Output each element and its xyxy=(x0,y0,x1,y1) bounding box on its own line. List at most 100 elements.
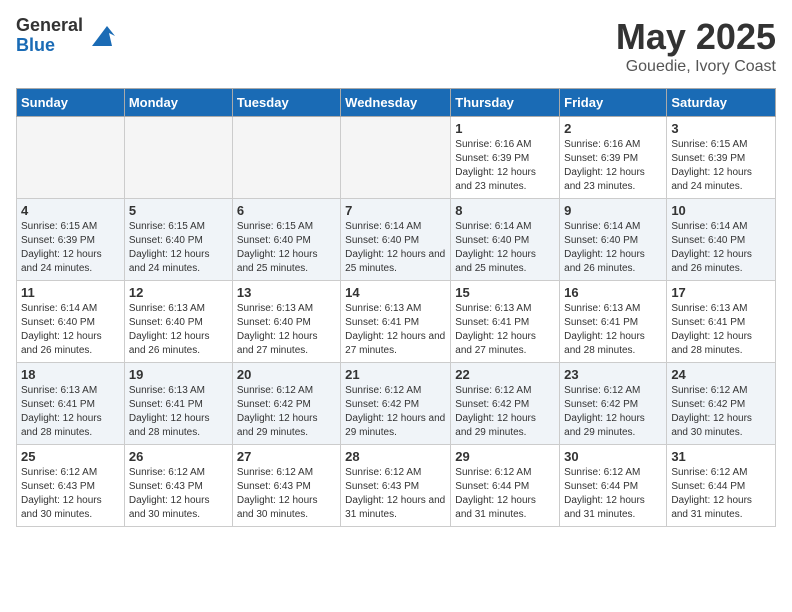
calendar: SundayMondayTuesdayWednesdayThursdayFrid… xyxy=(16,88,776,527)
day-info: Sunrise: 6:12 AM Sunset: 6:42 PM Dayligh… xyxy=(564,384,662,440)
day-info: Sunrise: 6:12 AM Sunset: 6:43 PM Dayligh… xyxy=(129,466,228,522)
day-info: Sunrise: 6:12 AM Sunset: 6:42 PM Dayligh… xyxy=(237,384,336,440)
day-number: 3 xyxy=(671,121,771,136)
header: General Blue May 2025 Gouedie, Ivory Coa… xyxy=(16,16,776,76)
calendar-cell: 26Sunrise: 6:12 AM Sunset: 6:43 PM Dayli… xyxy=(124,445,232,527)
day-number: 23 xyxy=(564,367,662,382)
day-info: Sunrise: 6:12 AM Sunset: 6:44 PM Dayligh… xyxy=(671,466,771,522)
day-number: 2 xyxy=(564,121,662,136)
calendar-header-row: SundayMondayTuesdayWednesdayThursdayFrid… xyxy=(17,89,776,117)
calendar-cell: 12 Sunrise: 6:13 AM Sunset: 6:40 PM Dayli… xyxy=(124,281,232,363)
title-area: May 2025 Gouedie, Ivory Coast xyxy=(616,16,776,76)
day-info: Sunrise: 6:12 AM Sunset: 6:42 PM Dayligh… xyxy=(345,384,446,440)
day-number: 8 xyxy=(455,203,555,218)
calendar-cell: 14 Sunrise: 6:13 AM Sunset: 6:41 PM Dayli… xyxy=(341,281,451,363)
calendar-cell: 8 Sunrise: 6:14 AM Sunset: 6:40 PM Daylig… xyxy=(451,199,560,281)
day-number: 4 xyxy=(21,203,120,218)
day-number: 15 xyxy=(455,285,555,300)
day-info: Sunrise: 6:16 AM Sunset: 6:39 PM Dayligh… xyxy=(564,138,662,194)
day-number: 22 xyxy=(455,367,555,382)
week-row-3: 18 Sunrise: 6:13 AM Sunset: 6:41 PM Dayli… xyxy=(17,363,776,445)
day-info: Sunrise: 6:13 AM Sunset: 6:41 PM Dayligh… xyxy=(345,302,446,358)
calendar-cell: 23 Sunrise: 6:12 AM Sunset: 6:42 PM Dayli… xyxy=(560,363,667,445)
day-number: 11 xyxy=(21,285,120,300)
calendar-cell: 15Sunrise: 6:13 AM Sunset: 6:41 PM Dayli… xyxy=(451,281,560,363)
col-header-saturday: Saturday xyxy=(667,89,776,117)
day-info: Sunrise: 6:15 AM Sunset: 6:40 PM Dayligh… xyxy=(129,220,228,276)
col-header-wednesday: Wednesday xyxy=(341,89,451,117)
calendar-cell: 20 Sunrise: 6:12 AM Sunset: 6:42 PM Dayli… xyxy=(232,363,340,445)
day-number: 20 xyxy=(237,367,336,382)
calendar-cell xyxy=(124,117,232,199)
day-info: Sunrise: 6:12 AM Sunset: 6:42 PM Dayligh… xyxy=(455,384,555,440)
day-info: Sunrise: 6:12 AM Sunset: 6:43 PM Dayligh… xyxy=(21,466,120,522)
calendar-cell: 1 Sunrise: 6:16 AM Sunset: 6:39 PM Daylig… xyxy=(451,117,560,199)
day-info: Sunrise: 6:14 AM Sunset: 6:40 PM Dayligh… xyxy=(455,220,555,276)
calendar-cell: 4 Sunrise: 6:15 AM Sunset: 6:39 PM Daylig… xyxy=(17,199,125,281)
day-info: Sunrise: 6:12 AM Sunset: 6:44 PM Dayligh… xyxy=(564,466,662,522)
day-number: 24 xyxy=(671,367,771,382)
day-info: Sunrise: 6:13 AM Sunset: 6:41 PM Dayligh… xyxy=(21,384,120,440)
week-row-2: 11 Sunrise: 6:14 AM Sunset: 6:40 PM Dayli… xyxy=(17,281,776,363)
day-number: 16 xyxy=(564,285,662,300)
col-header-sunday: Sunday xyxy=(17,89,125,117)
page: General Blue May 2025 Gouedie, Ivory Coa… xyxy=(0,0,792,612)
day-info: Sunrise: 6:16 AM Sunset: 6:39 PM Dayligh… xyxy=(455,138,555,194)
location: Gouedie, Ivory Coast xyxy=(616,58,776,76)
calendar-cell: 5 Sunrise: 6:15 AM Sunset: 6:40 PM Daylig… xyxy=(124,199,232,281)
day-info: Sunrise: 6:13 AM Sunset: 6:41 PM Dayligh… xyxy=(564,302,662,358)
day-info: Sunrise: 6:14 AM Sunset: 6:40 PM Dayligh… xyxy=(345,220,446,276)
day-info: Sunrise: 6:14 AM Sunset: 6:40 PM Dayligh… xyxy=(671,220,771,276)
day-number: 19 xyxy=(129,367,228,382)
day-info: Sunrise: 6:15 AM Sunset: 6:39 PM Dayligh… xyxy=(21,220,120,276)
calendar-cell: 24 Sunrise: 6:12 AM Sunset: 6:42 PM Dayli… xyxy=(667,363,776,445)
day-number: 6 xyxy=(237,203,336,218)
calendar-cell: 25 Sunrise: 6:12 AM Sunset: 6:43 PM Dayli… xyxy=(17,445,125,527)
day-info: Sunrise: 6:13 AM Sunset: 6:40 PM Dayligh… xyxy=(129,302,228,358)
calendar-cell xyxy=(232,117,340,199)
day-info: Sunrise: 6:13 AM Sunset: 6:40 PM Dayligh… xyxy=(237,302,336,358)
calendar-cell: 29Sunrise: 6:12 AM Sunset: 6:44 PM Dayli… xyxy=(451,445,560,527)
day-info: Sunrise: 6:12 AM Sunset: 6:42 PM Dayligh… xyxy=(671,384,771,440)
calendar-cell: 3 Sunrise: 6:15 AM Sunset: 6:39 PM Daylig… xyxy=(667,117,776,199)
day-number: 14 xyxy=(345,285,446,300)
calendar-cell xyxy=(341,117,451,199)
day-number: 9 xyxy=(564,203,662,218)
day-number: 27 xyxy=(237,449,336,464)
day-number: 7 xyxy=(345,203,446,218)
calendar-cell: 2 Sunrise: 6:16 AM Sunset: 6:39 PM Daylig… xyxy=(560,117,667,199)
calendar-cell: 11 Sunrise: 6:14 AM Sunset: 6:40 PM Dayli… xyxy=(17,281,125,363)
day-number: 5 xyxy=(129,203,228,218)
day-number: 31 xyxy=(671,449,771,464)
logo-text: General Blue xyxy=(16,16,83,56)
calendar-cell: 27 Sunrise: 6:12 AM Sunset: 6:43 PM Dayli… xyxy=(232,445,340,527)
logo-general: General xyxy=(16,16,83,36)
col-header-friday: Friday xyxy=(560,89,667,117)
logo-icon xyxy=(87,21,117,51)
day-info: Sunrise: 6:15 AM Sunset: 6:39 PM Dayligh… xyxy=(671,138,771,194)
calendar-cell: 6 Sunrise: 6:15 AM Sunset: 6:40 PM Daylig… xyxy=(232,199,340,281)
day-number: 29 xyxy=(455,449,555,464)
day-info: Sunrise: 6:12 AM Sunset: 6:43 PM Dayligh… xyxy=(345,466,446,522)
calendar-cell: 16 Sunrise: 6:13 AM Sunset: 6:41 PM Dayli… xyxy=(560,281,667,363)
day-number: 30 xyxy=(564,449,662,464)
calendar-cell: 31 Sunrise: 6:12 AM Sunset: 6:44 PM Dayli… xyxy=(667,445,776,527)
day-info: Sunrise: 6:12 AM Sunset: 6:43 PM Dayligh… xyxy=(237,466,336,522)
day-number: 13 xyxy=(237,285,336,300)
day-number: 25 xyxy=(21,449,120,464)
day-number: 18 xyxy=(21,367,120,382)
day-info: Sunrise: 6:14 AM Sunset: 6:40 PM Dayligh… xyxy=(21,302,120,358)
day-number: 21 xyxy=(345,367,446,382)
calendar-cell: 10Sunrise: 6:14 AM Sunset: 6:40 PM Dayli… xyxy=(667,199,776,281)
col-header-monday: Monday xyxy=(124,89,232,117)
day-number: 17 xyxy=(671,285,771,300)
week-row-4: 25 Sunrise: 6:12 AM Sunset: 6:43 PM Dayli… xyxy=(17,445,776,527)
day-number: 12 xyxy=(129,285,228,300)
day-info: Sunrise: 6:14 AM Sunset: 6:40 PM Dayligh… xyxy=(564,220,662,276)
week-row-0: 1 Sunrise: 6:16 AM Sunset: 6:39 PM Daylig… xyxy=(17,117,776,199)
calendar-cell: 13 Sunrise: 6:13 AM Sunset: 6:40 PM Dayli… xyxy=(232,281,340,363)
col-header-tuesday: Tuesday xyxy=(232,89,340,117)
day-number: 1 xyxy=(455,121,555,136)
day-info: Sunrise: 6:15 AM Sunset: 6:40 PM Dayligh… xyxy=(237,220,336,276)
day-info: Sunrise: 6:13 AM Sunset: 6:41 PM Dayligh… xyxy=(671,302,771,358)
